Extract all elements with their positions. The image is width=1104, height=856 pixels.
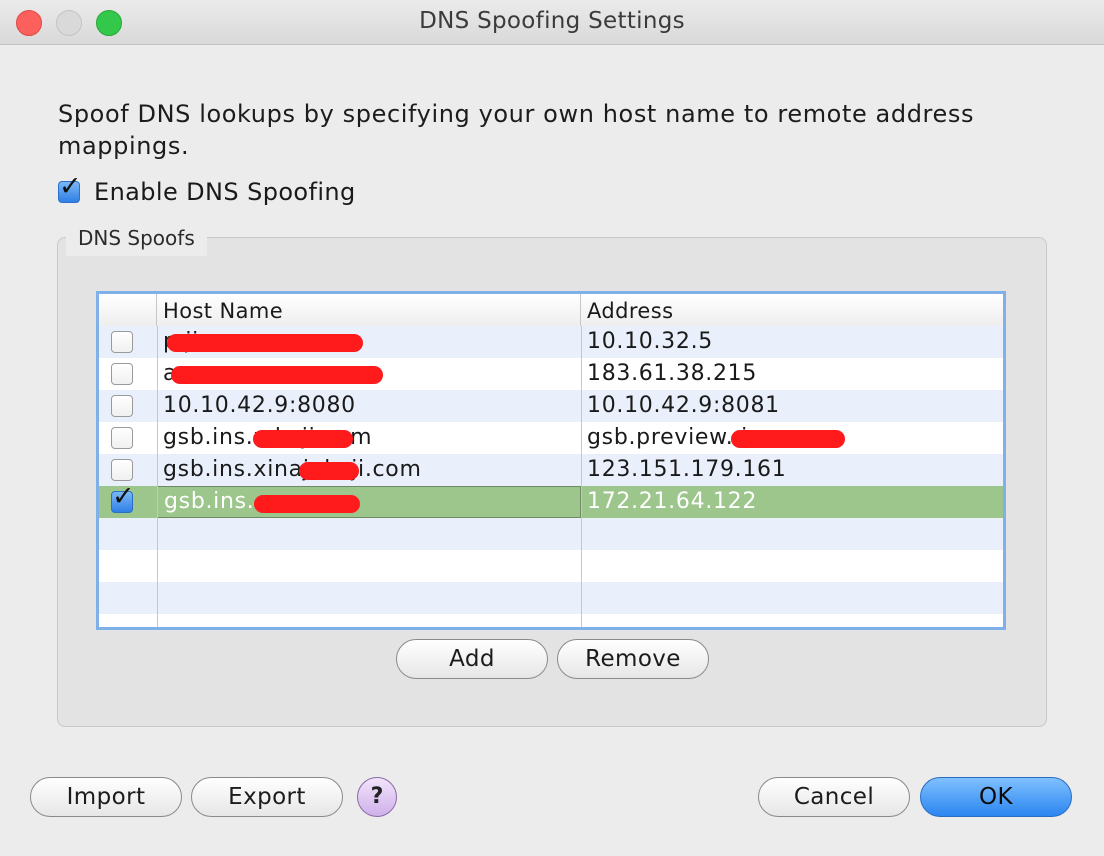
address-text: 123.151.179.161 (587, 457, 787, 482)
host-name-text: gsb.ins.xinajukeji.com (163, 457, 422, 482)
host-name-cell[interactable]: gsb.ins.x keji.com (157, 422, 581, 454)
row-enabled-cell (99, 326, 157, 358)
host-name-cell[interactable]: a n.cn (157, 358, 581, 390)
ok-button[interactable]: OK (920, 777, 1072, 817)
host-name-cell[interactable]: p ji.com (157, 326, 581, 358)
row-enabled-cell (99, 390, 157, 422)
address-text: 10.10.42.9:8081 (587, 393, 780, 418)
host-name-cell (157, 518, 581, 550)
address-cell[interactable]: 183.61.38.215 (581, 358, 1003, 390)
checkbox-unchecked-icon[interactable] (111, 331, 133, 353)
host-name-cell (157, 582, 581, 614)
redaction-mark (253, 430, 353, 448)
address-cell[interactable]: 10.10.42.9:8081 (581, 390, 1003, 422)
table-row[interactable]: gsb.ins.xinajukeji.com 123.151.179.161 (99, 454, 1003, 486)
add-button[interactable]: Add (396, 639, 548, 679)
remove-button[interactable]: Remove (557, 639, 709, 679)
table-row (99, 518, 1003, 550)
help-button[interactable]: ? (357, 777, 397, 817)
checkbox-unchecked-icon[interactable] (111, 459, 133, 481)
redaction-mark (167, 334, 363, 352)
checkbox-checked-icon[interactable]: ✓ (58, 173, 82, 203)
checkbox-unchecked-icon[interactable] (111, 395, 133, 417)
row-enabled-cell (99, 582, 157, 614)
redaction-mark (731, 430, 845, 448)
table-row[interactable]: a n.cn183.61.38.215 (99, 358, 1003, 390)
export-button[interactable]: Export (191, 777, 343, 817)
redaction-mark (171, 366, 383, 384)
address-cell (581, 550, 1003, 582)
address-cell[interactable]: 172.21.64.122 (581, 486, 1003, 518)
checkbox-unchecked-icon[interactable] (111, 427, 133, 449)
enable-dns-spoofing-checkbox[interactable]: ✓ Enable DNS Spoofing (58, 173, 356, 208)
column-divider (157, 326, 158, 627)
address-cell[interactable]: gsb.preview. i.com (581, 422, 1003, 454)
host-name-cell (157, 550, 581, 582)
table-row[interactable]: ✓ gsb.ins. .com 172.21.64.122 (99, 486, 1003, 518)
row-enabled-cell (99, 422, 157, 454)
host-name-cell[interactable]: 10.10.42.9:8080 (157, 390, 581, 422)
row-enabled-cell: ✓ (99, 486, 157, 518)
checkbox-unchecked-icon[interactable] (111, 363, 133, 385)
window-title: DNS Spoofing Settings (419, 8, 685, 34)
enable-dns-spoofing-label: Enable DNS Spoofing (94, 178, 356, 206)
row-enabled-cell (99, 518, 157, 550)
column-header-host-name[interactable]: Host Name (157, 294, 581, 326)
row-enabled-cell (99, 358, 157, 390)
row-enabled-cell (99, 550, 157, 582)
address-text: 10.10.32.5 (587, 329, 713, 354)
table-row[interactable]: 10.10.42.9:8080 10.10.42.9:8081 (99, 390, 1003, 422)
host-name-text: 10.10.42.9:8080 (163, 393, 356, 418)
redaction-mark (254, 495, 360, 513)
address-text: 183.61.38.215 (587, 361, 758, 386)
table-row (99, 582, 1003, 614)
dns-spoofs-group-legend: DNS Spoofs (66, 224, 207, 256)
column-header-enabled[interactable] (99, 294, 157, 326)
host-name-cell[interactable]: gsb.ins. .com (157, 486, 581, 518)
cancel-button[interactable]: Cancel (758, 777, 910, 817)
description-text: Spoof DNS lookups by specifying your own… (58, 100, 975, 160)
address-cell (581, 582, 1003, 614)
column-header-address[interactable]: Address (581, 294, 1003, 326)
title-bar: DNS Spoofing Settings (0, 0, 1104, 45)
row-enabled-cell (99, 454, 157, 486)
checkbox-checked-icon[interactable]: ✓ (111, 486, 135, 513)
table-row[interactable]: gsb.ins.x keji.comgsb.preview. i.com (99, 422, 1003, 454)
address-cell[interactable]: 123.151.179.161 (581, 454, 1003, 486)
table-header: Host Name Address (99, 294, 1003, 327)
redaction-mark (299, 462, 359, 480)
dns-spoofs-table[interactable]: Host Name Address p ji.com10.10.32.5a n.… (96, 291, 1006, 630)
table-row[interactable]: p ji.com10.10.32.5 (99, 326, 1003, 358)
import-button[interactable]: Import (30, 777, 182, 817)
host-name-cell[interactable]: gsb.ins.xinajukeji.com (157, 454, 581, 486)
address-text: 172.21.64.122 (587, 489, 758, 514)
column-divider (581, 326, 582, 627)
table-row (99, 550, 1003, 582)
checkmark-icon: ✓ (112, 486, 136, 512)
address-cell (581, 518, 1003, 550)
address-cell[interactable]: 10.10.32.5 (581, 326, 1003, 358)
